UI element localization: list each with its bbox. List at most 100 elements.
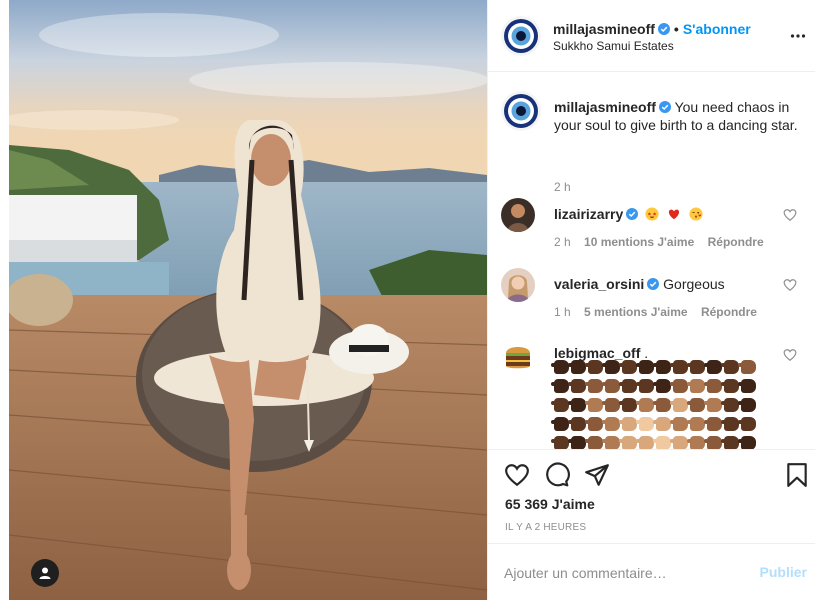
caption-text-block: millajasmineoff You need chaos in your s… xyxy=(554,98,799,134)
commenter-avatar-image xyxy=(501,268,535,302)
hand-emoji-icon xyxy=(670,398,688,412)
hand-emoji-icon xyxy=(670,379,688,393)
evil-eye-avatar-icon xyxy=(501,16,541,56)
user-tag-icon xyxy=(39,567,51,579)
burger-avatar-icon xyxy=(501,338,535,372)
comment-username[interactable]: valeria_orsini xyxy=(554,276,644,292)
evil-eye-avatar-icon xyxy=(501,91,541,131)
hand-emoji-icon xyxy=(636,417,654,431)
post-location[interactable]: Sukkho Samui Estates xyxy=(553,39,674,53)
hand-emoji-icon xyxy=(721,398,739,412)
hand-emoji-icon xyxy=(721,379,739,393)
hand-emoji-icon xyxy=(568,436,586,449)
comment-icon[interactable] xyxy=(544,462,570,488)
hand-emoji-icon xyxy=(551,360,569,374)
comment-text-block: valeria_orsini Gorgeous xyxy=(554,275,774,293)
publish-button[interactable]: Publier xyxy=(760,564,807,580)
share-icon[interactable] xyxy=(584,462,610,488)
hand-emoji-icon xyxy=(704,398,722,412)
commenter-avatar-image xyxy=(501,198,535,232)
separator-dot: • xyxy=(673,21,679,37)
hand-emoji-icon xyxy=(704,360,722,374)
author-username[interactable]: millajasmineoff xyxy=(553,21,655,37)
hand-emoji-icon xyxy=(551,398,569,412)
caption-time[interactable]: 2 h xyxy=(554,180,571,194)
commenter-avatar[interactable] xyxy=(501,198,535,232)
comment-text-block: lizairizarry xyxy=(554,205,774,223)
hand-emoji-icon xyxy=(602,417,620,431)
post-actions: 65 369 J'aime IL Y A 2 HEURES xyxy=(488,449,815,543)
hand-emoji-icon xyxy=(602,360,620,374)
reply-button[interactable]: Répondre xyxy=(701,305,757,319)
hand-emoji-row xyxy=(551,436,759,449)
comment-heart-icon[interactable] xyxy=(783,278,797,292)
hand-emoji-icon xyxy=(653,417,671,431)
commenter-avatar[interactable] xyxy=(501,338,535,372)
likes-number: 65 369 xyxy=(505,496,548,512)
reply-button[interactable]: Répondre xyxy=(708,235,764,249)
hand-emoji-row xyxy=(551,417,759,433)
hand-emoji-icon xyxy=(636,379,654,393)
hand-emoji-icon xyxy=(551,436,569,449)
hand-emoji-icon xyxy=(738,398,756,412)
add-comment-section: Publier xyxy=(488,543,815,600)
hand-emoji-icon xyxy=(619,360,637,374)
comment-likes[interactable]: 10 mentions J'aime xyxy=(584,235,694,249)
hand-emoji-row xyxy=(551,379,759,395)
caption-username[interactable]: millajasmineoff xyxy=(554,99,656,115)
follow-button[interactable]: S'abonner xyxy=(683,21,751,37)
hand-emoji-icon xyxy=(585,379,603,393)
hand-emoji-icon xyxy=(568,398,586,412)
hand-emoji-icon xyxy=(704,417,722,431)
hand-emoji-icon xyxy=(653,379,671,393)
comment-username[interactable]: lebigmac_off xyxy=(554,345,640,361)
comment-input[interactable] xyxy=(504,563,744,583)
hand-emoji-icon xyxy=(721,417,739,431)
kissing-heart-emoji-icon xyxy=(689,207,703,221)
comments-list[interactable]: millajasmineoff You need chaos in your s… xyxy=(488,73,815,449)
post-time-ago[interactable]: IL Y A 2 HEURES xyxy=(505,522,586,533)
hand-emoji-icon xyxy=(636,360,654,374)
verified-badge-icon xyxy=(626,208,639,220)
comment-time[interactable]: 2 h xyxy=(554,235,571,249)
author-avatar[interactable] xyxy=(501,16,541,56)
hand-emoji-icon xyxy=(568,360,586,374)
hand-emoji-icon xyxy=(636,398,654,412)
hand-emoji-icon xyxy=(721,436,739,449)
hand-emoji-icon xyxy=(585,360,603,374)
comment-heart-icon[interactable] xyxy=(783,348,797,362)
hand-emoji-icon xyxy=(670,360,688,374)
comment-heart-icon[interactable] xyxy=(783,208,797,222)
post-photo[interactable] xyxy=(9,0,487,600)
hand-emoji-icon xyxy=(585,417,603,431)
hand-emoji-icon xyxy=(670,417,688,431)
comment-item: lebigmac_off . xyxy=(501,338,803,449)
comment-likes[interactable]: 5 mentions J'aime xyxy=(584,305,688,319)
hand-emoji-icon xyxy=(653,360,671,374)
hand-emoji-icon xyxy=(585,436,603,449)
hand-emoji-icon xyxy=(602,398,620,412)
author-line: millajasmineoff • S'abonner xyxy=(553,21,751,37)
hand-emoji-icon xyxy=(636,436,654,449)
hand-emoji-icon xyxy=(619,436,637,449)
hand-emoji-icon xyxy=(738,379,756,393)
comment-time[interactable]: 1 h xyxy=(554,305,571,319)
hand-emoji-icon xyxy=(619,398,637,412)
hand-emoji-icon xyxy=(551,379,569,393)
commenter-avatar[interactable] xyxy=(501,268,535,302)
heart-icon[interactable] xyxy=(504,462,530,488)
hand-emoji-icon xyxy=(568,417,586,431)
hand-emoji-icon xyxy=(738,417,756,431)
comment-username[interactable]: lizairizarry xyxy=(554,206,623,222)
comment-text: . xyxy=(644,345,649,361)
hand-emoji-icon xyxy=(704,379,722,393)
bookmark-icon[interactable] xyxy=(784,462,810,488)
likes-count[interactable]: 65 369 J'aime xyxy=(505,496,595,512)
hand-emoji-icon xyxy=(568,379,586,393)
caption-avatar[interactable] xyxy=(501,91,541,131)
more-options-icon[interactable] xyxy=(790,28,806,44)
hand-emoji-icon xyxy=(670,436,688,449)
hand-emoji-icon xyxy=(653,398,671,412)
hand-emoji-icon xyxy=(585,398,603,412)
user-tag-button[interactable] xyxy=(31,559,59,587)
